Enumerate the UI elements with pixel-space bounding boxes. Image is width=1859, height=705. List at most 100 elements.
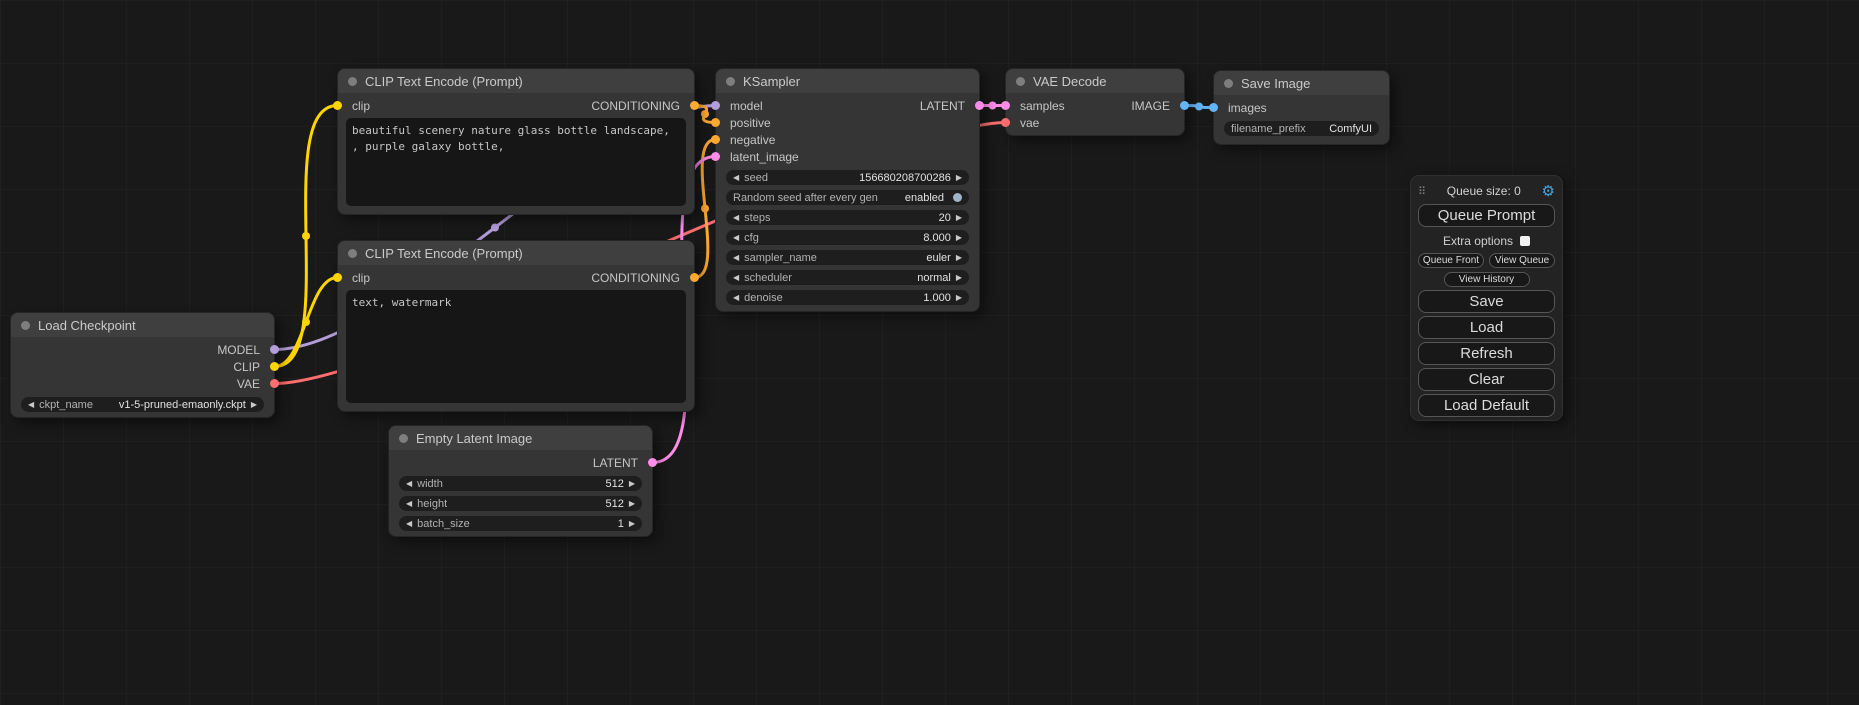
node-collapse-dot[interactable] — [1224, 79, 1233, 88]
seed-toggle-dot[interactable] — [953, 193, 962, 202]
link-midpoint-dot — [491, 224, 499, 232]
prompt-textarea[interactable]: text, watermark — [346, 290, 686, 403]
node-clip-text-encode-negative[interactable]: CLIP Text Encode (Prompt) clip CONDITION… — [337, 240, 695, 412]
graph-canvas[interactable]: Load Checkpoint MODEL CLIP VAE ◀ ckpt_na… — [0, 0, 1859, 705]
node-vae-decode[interactable]: VAE Decode samples IMAGE vae — [1005, 68, 1185, 136]
widget-label: width — [417, 478, 443, 490]
node-collapse-dot[interactable] — [348, 249, 357, 258]
slot-label: vae — [1020, 116, 1039, 130]
node-title-bar[interactable]: VAE Decode — [1006, 69, 1184, 93]
model-input-port[interactable] — [711, 101, 720, 110]
conditioning-output-port[interactable] — [690, 273, 699, 282]
widget-value: normal — [917, 272, 951, 284]
view-history-button[interactable]: View History — [1444, 272, 1530, 287]
save-button[interactable]: Save — [1418, 290, 1555, 313]
node-ksampler[interactable]: KSampler model LATENT positive negative … — [715, 68, 980, 312]
prev-arrow-icon[interactable]: ◀ — [28, 401, 34, 409]
increment-arrow-icon[interactable]: ▶ — [956, 174, 962, 182]
node-title-bar[interactable]: Save Image — [1214, 71, 1389, 95]
latent-output-port[interactable] — [648, 458, 657, 467]
refresh-button[interactable]: Refresh — [1418, 342, 1555, 365]
widget-steps[interactable]: ◀ steps 20 ▶ — [726, 210, 969, 225]
link-midpoint-dot — [302, 232, 310, 240]
node-empty-latent-image[interactable]: Empty Latent Image LATENT ◀ width 512 ▶ … — [388, 425, 653, 537]
decrement-arrow-icon[interactable]: ◀ — [733, 214, 739, 222]
next-arrow-icon[interactable]: ▶ — [956, 254, 962, 262]
drag-handle-icon[interactable]: ⠿ — [1418, 185, 1426, 198]
node-collapse-dot[interactable] — [21, 321, 30, 330]
queue-prompt-button[interactable]: Queue Prompt — [1418, 204, 1555, 227]
next-arrow-icon[interactable]: ▶ — [956, 274, 962, 282]
increment-arrow-icon[interactable]: ▶ — [629, 480, 635, 488]
node-collapse-dot[interactable] — [348, 77, 357, 86]
slot-label: model — [730, 99, 763, 113]
output-slot-vae: VAE — [11, 375, 274, 392]
widget-seed[interactable]: ◀ seed 156680208700286 ▶ — [726, 170, 969, 185]
load-button[interactable]: Load — [1418, 316, 1555, 339]
node-title-bar[interactable]: CLIP Text Encode (Prompt) — [338, 241, 694, 265]
extra-options-checkbox[interactable] — [1520, 236, 1530, 246]
image-output-port[interactable] — [1180, 101, 1189, 110]
conditioning-output-port[interactable] — [690, 101, 699, 110]
link-midpoint-dot — [701, 205, 709, 213]
link-wire-clip — [275, 106, 338, 367]
decrement-arrow-icon[interactable]: ◀ — [733, 234, 739, 242]
settings-gear-icon[interactable]: ⚙ — [1542, 184, 1555, 199]
latent-image-input-port[interactable] — [711, 152, 720, 161]
widget-height[interactable]: ◀ height 512 ▶ — [399, 496, 642, 511]
decrement-arrow-icon[interactable]: ◀ — [406, 480, 412, 488]
decrement-arrow-icon[interactable]: ◀ — [406, 500, 412, 508]
prev-arrow-icon[interactable]: ◀ — [733, 274, 739, 282]
widget-width[interactable]: ◀ width 512 ▶ — [399, 476, 642, 491]
node-title-bar[interactable]: KSampler — [716, 69, 979, 93]
negative-input-port[interactable] — [711, 135, 720, 144]
view-queue-button[interactable]: View Queue — [1489, 253, 1555, 268]
clip-input-port[interactable] — [333, 101, 342, 110]
clip-input-port[interactable] — [333, 273, 342, 282]
model-output-port[interactable] — [270, 345, 279, 354]
widget-batch-size[interactable]: ◀ batch_size 1 ▶ — [399, 516, 642, 531]
widget-ckpt-name[interactable]: ◀ ckpt_name v1-5-pruned-emaonly.ckpt ▶ — [21, 397, 264, 412]
slot-label: negative — [730, 133, 775, 147]
latent-output-port[interactable] — [975, 101, 984, 110]
increment-arrow-icon[interactable]: ▶ — [956, 294, 962, 302]
samples-input-port[interactable] — [1001, 101, 1010, 110]
decrement-arrow-icon[interactable]: ◀ — [733, 174, 739, 182]
queue-front-button[interactable]: Queue Front — [1418, 253, 1484, 268]
widget-scheduler[interactable]: ◀ scheduler normal ▶ — [726, 270, 969, 285]
link-midpoint-dot — [989, 102, 997, 110]
node-collapse-dot[interactable] — [726, 77, 735, 86]
increment-arrow-icon[interactable]: ▶ — [629, 520, 635, 528]
widget-random-seed-toggle[interactable]: Random seed after every gen enabled — [726, 190, 969, 205]
prompt-textarea[interactable]: beautiful scenery nature glass bottle la… — [346, 118, 686, 206]
vae-output-port[interactable] — [270, 379, 279, 388]
clip-output-port[interactable] — [270, 362, 279, 371]
node-title-bar[interactable]: CLIP Text Encode (Prompt) — [338, 69, 694, 93]
node-collapse-dot[interactable] — [399, 434, 408, 443]
clear-button[interactable]: Clear — [1418, 368, 1555, 391]
node-collapse-dot[interactable] — [1016, 77, 1025, 86]
widget-label: Random seed after every gen — [733, 192, 878, 204]
widget-denoise[interactable]: ◀ denoise 1.000 ▶ — [726, 290, 969, 305]
widget-cfg[interactable]: ◀ cfg 8.000 ▶ — [726, 230, 969, 245]
vae-input-port[interactable] — [1001, 118, 1010, 127]
node-clip-text-encode-positive[interactable]: CLIP Text Encode (Prompt) clip CONDITION… — [337, 68, 695, 215]
node-title-bar[interactable]: Empty Latent Image — [389, 426, 652, 450]
images-input-port[interactable] — [1209, 103, 1218, 112]
load-default-button[interactable]: Load Default — [1418, 394, 1555, 417]
increment-arrow-icon[interactable]: ▶ — [956, 214, 962, 222]
node-title-bar[interactable]: Load Checkpoint — [11, 313, 274, 337]
widget-filename-prefix[interactable]: filename_prefix ComfyUI — [1224, 121, 1379, 136]
prev-arrow-icon[interactable]: ◀ — [733, 254, 739, 262]
widget-sampler-name[interactable]: ◀ sampler_name euler ▶ — [726, 250, 969, 265]
increment-arrow-icon[interactable]: ▶ — [629, 500, 635, 508]
next-arrow-icon[interactable]: ▶ — [251, 401, 257, 409]
node-load-checkpoint[interactable]: Load Checkpoint MODEL CLIP VAE ◀ ckpt_na… — [10, 312, 275, 418]
slot-label: clip — [352, 271, 370, 285]
node-save-image[interactable]: Save Image images filename_prefix ComfyU… — [1213, 70, 1390, 145]
positive-input-port[interactable] — [711, 118, 720, 127]
decrement-arrow-icon[interactable]: ◀ — [733, 294, 739, 302]
node-title: Save Image — [1241, 76, 1310, 91]
decrement-arrow-icon[interactable]: ◀ — [406, 520, 412, 528]
increment-arrow-icon[interactable]: ▶ — [956, 234, 962, 242]
